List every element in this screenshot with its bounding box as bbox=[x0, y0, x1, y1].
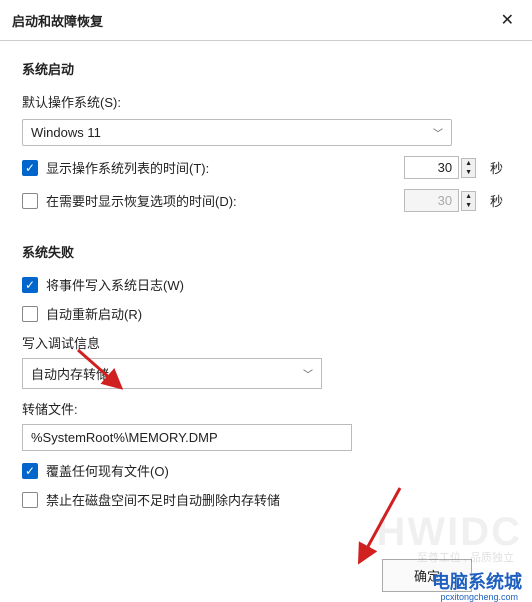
show-recovery-label: 在需要时显示恢复选项的时间(D): bbox=[46, 191, 404, 210]
system-failure-group: 系统失败 ✓ 将事件写入系统日志(W) 自动重新启动(R) 写入调试信息 自动内… bbox=[22, 242, 510, 509]
close-icon[interactable]: ✕ bbox=[495, 8, 520, 32]
chevron-down-icon: ﹀ bbox=[303, 366, 313, 381]
memory-dump-select[interactable]: 自动内存转储 ﹀ bbox=[22, 358, 322, 389]
write-log-label: 将事件写入系统日志(W) bbox=[46, 275, 510, 294]
overwrite-label: 覆盖任何现有文件(O) bbox=[46, 461, 510, 480]
show-recovery-checkbox[interactable] bbox=[22, 193, 38, 209]
ok-button[interactable]: 确定 bbox=[382, 559, 472, 592]
overwrite-checkbox[interactable]: ✓ bbox=[22, 463, 38, 479]
spinner-up-icon[interactable]: ▲ bbox=[462, 159, 475, 168]
overwrite-row: ✓ 覆盖任何现有文件(O) bbox=[22, 461, 510, 480]
system-startup-group: 系统启动 默认操作系统(S): Windows 11 ﹀ ✓ 显示操作系统列表的… bbox=[22, 59, 510, 212]
auto-restart-row: 自动重新启动(R) bbox=[22, 304, 510, 323]
show-os-list-label: 显示操作系统列表的时间(T): bbox=[46, 158, 404, 177]
spinner-down-icon: ▼ bbox=[462, 201, 475, 210]
dump-file-field[interactable]: %SystemRoot%\MEMORY.DMP bbox=[22, 424, 352, 451]
spinner-up-icon: ▲ bbox=[462, 192, 475, 201]
show-recovery-spinner: 30 ▲ ▼ bbox=[404, 189, 476, 212]
auto-restart-label: 自动重新启动(R) bbox=[46, 304, 510, 323]
show-recovery-row: 在需要时显示恢复选项的时间(D): 30 ▲ ▼ 秒 bbox=[22, 189, 510, 212]
dump-file-value: %SystemRoot%\MEMORY.DMP bbox=[31, 430, 218, 445]
default-os-value: Windows 11 bbox=[31, 125, 101, 140]
show-recovery-value: 30 bbox=[404, 189, 459, 212]
auto-restart-checkbox[interactable] bbox=[22, 306, 38, 322]
show-os-list-value[interactable]: 30 bbox=[404, 156, 459, 179]
chevron-down-icon: ﹀ bbox=[433, 125, 443, 140]
button-row: 确定 bbox=[0, 549, 532, 602]
startup-group-title: 系统启动 bbox=[22, 59, 510, 78]
seconds-unit: 秒 bbox=[490, 158, 510, 177]
nodisk-label: 禁止在磁盘空间不足时自动删除内存转储 bbox=[46, 490, 510, 509]
default-os-select[interactable]: Windows 11 ﹀ bbox=[22, 119, 452, 146]
debug-info-label: 写入调试信息 bbox=[22, 333, 510, 352]
spinner-down-icon[interactable]: ▼ bbox=[462, 168, 475, 177]
window-title: 启动和故障恢复 bbox=[12, 11, 103, 30]
show-os-list-checkbox[interactable]: ✓ bbox=[22, 160, 38, 176]
nodisk-checkbox[interactable] bbox=[22, 492, 38, 508]
write-log-row: ✓ 将事件写入系统日志(W) bbox=[22, 275, 510, 294]
default-os-label: 默认操作系统(S): bbox=[22, 92, 510, 111]
failure-group-title: 系统失败 bbox=[22, 242, 510, 261]
dump-file-label: 转储文件: bbox=[22, 399, 510, 418]
dialog-content: 系统启动 默认操作系统(S): Windows 11 ﹀ ✓ 显示操作系统列表的… bbox=[0, 41, 532, 549]
seconds-unit: 秒 bbox=[490, 191, 510, 210]
nodisk-row: 禁止在磁盘空间不足时自动删除内存转储 bbox=[22, 490, 510, 509]
show-os-list-spinner[interactable]: 30 ▲ ▼ bbox=[404, 156, 476, 179]
titlebar: 启动和故障恢复 ✕ bbox=[0, 0, 532, 41]
write-log-checkbox[interactable]: ✓ bbox=[22, 277, 38, 293]
show-os-list-row: ✓ 显示操作系统列表的时间(T): 30 ▲ ▼ 秒 bbox=[22, 156, 510, 179]
memory-dump-value: 自动内存转储 bbox=[31, 364, 109, 383]
